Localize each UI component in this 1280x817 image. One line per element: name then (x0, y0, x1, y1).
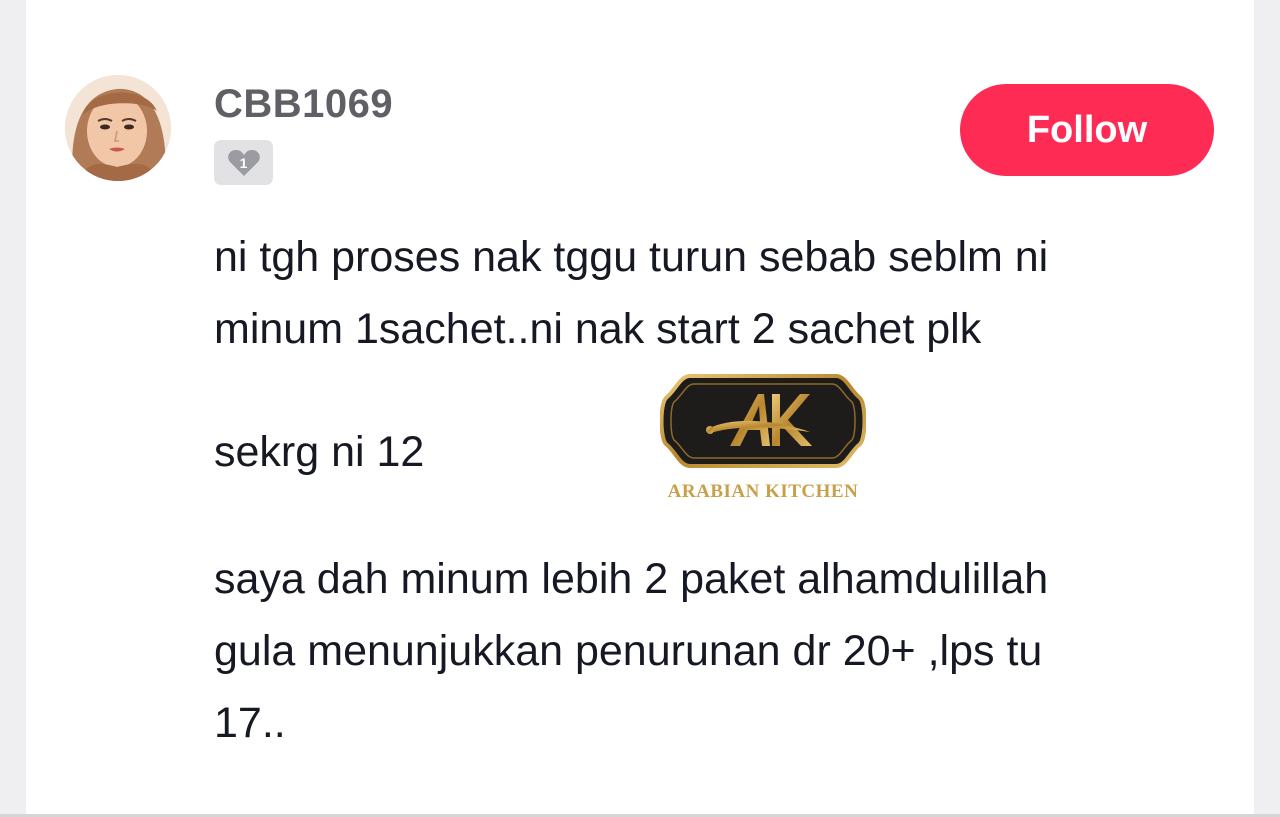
comment-paragraph: sekrg ni 12 (214, 428, 425, 476)
avatar[interactable] (65, 75, 171, 181)
level-number: 1 (239, 154, 248, 171)
comment-paragraph: saya dah minum lebih 2 paket alhamdulill… (214, 555, 1049, 747)
username[interactable]: CBB1069 (214, 82, 393, 127)
watermark-brand-text: ARABIAN KITCHEN (667, 481, 859, 502)
level-badge: 1 (214, 140, 273, 185)
comment-paragraph: ni tgh proses nak tggu turun sebab seblm… (214, 233, 1049, 353)
follow-button[interactable]: Follow (960, 84, 1214, 176)
avatar-illustration (65, 75, 171, 181)
arabian-kitchen-watermark: ARABIAN KITCHEN (659, 368, 867, 508)
ak-logo-icon (659, 374, 867, 468)
